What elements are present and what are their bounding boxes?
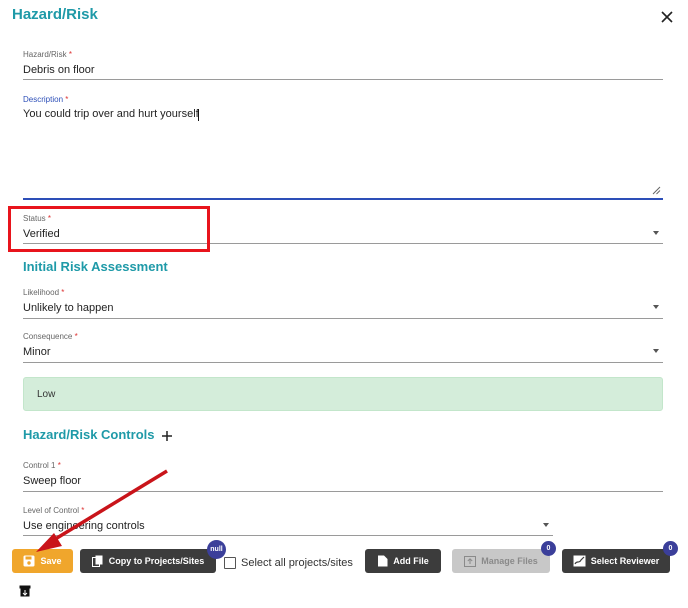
level-select[interactable]: Use engineering controls xyxy=(23,520,145,532)
chevron-down-icon[interactable] xyxy=(653,349,659,353)
add-file-label: Add File xyxy=(393,556,429,566)
manage-files-badge: 0 xyxy=(541,541,556,556)
chevron-down-icon[interactable] xyxy=(653,231,659,235)
select-all-label: Select all projects/sites xyxy=(241,557,353,569)
close-icon[interactable] xyxy=(658,8,676,26)
folder-upload-icon xyxy=(464,556,477,567)
likelihood-select[interactable]: Unlikely to happen xyxy=(23,302,114,314)
chevron-down-icon[interactable] xyxy=(543,523,549,527)
copy-icon xyxy=(91,555,103,567)
control1-underline xyxy=(23,491,663,492)
copy-to-projects-button[interactable]: Copy to Projects/Sites xyxy=(80,549,216,573)
description-underline xyxy=(23,198,663,200)
risk-rating-value: Low xyxy=(37,389,56,400)
save-button[interactable]: Save xyxy=(12,549,73,573)
description-label: Description * xyxy=(23,95,69,104)
likelihood-underline xyxy=(23,318,663,319)
likelihood-label: Likelihood * xyxy=(23,288,65,297)
control1-input[interactable]: Sweep floor xyxy=(23,475,81,487)
control1-label: Control 1 * xyxy=(23,461,61,470)
risk-rating-box: Low xyxy=(23,377,663,411)
controls-heading: Hazard/Risk Controls xyxy=(23,427,155,442)
description-textarea[interactable]: You could trip over and hurt yourself xyxy=(23,108,199,120)
consequence-label: Consequence * xyxy=(23,332,78,341)
select-all-projects[interactable]: Select all projects/sites xyxy=(224,557,353,569)
consequence-select[interactable]: Minor xyxy=(23,346,51,358)
initial-risk-heading: Initial Risk Assessment xyxy=(23,259,168,274)
hazard-label: Hazard/Risk * xyxy=(23,50,72,59)
signature-icon xyxy=(573,555,586,567)
manage-files-label: Manage Files xyxy=(481,556,538,566)
archive-icon[interactable] xyxy=(19,585,31,597)
hazard-input[interactable]: Debris on floor xyxy=(23,64,95,76)
level-underline xyxy=(23,535,553,536)
save-label: Save xyxy=(40,556,62,566)
annotation-highlight-box xyxy=(8,206,210,252)
select-reviewer-label: Select Reviewer xyxy=(590,556,660,566)
plus-icon[interactable] xyxy=(161,430,173,442)
file-icon xyxy=(378,555,388,567)
select-reviewer-button[interactable]: Select Reviewer xyxy=(562,549,670,573)
resize-handle-icon[interactable] xyxy=(652,186,661,195)
level-label: Level of Control * xyxy=(23,506,85,515)
manage-files-button[interactable]: Manage Files xyxy=(452,549,550,573)
copy-label: Copy to Projects/Sites xyxy=(108,556,205,566)
hazard-underline xyxy=(23,79,663,80)
select-all-checkbox[interactable] xyxy=(224,557,236,569)
reviewer-badge: 0 xyxy=(663,541,678,556)
dialog-title: Hazard/Risk xyxy=(12,6,98,23)
text-cursor xyxy=(198,109,199,121)
chevron-down-icon[interactable] xyxy=(653,305,659,309)
consequence-underline xyxy=(23,362,663,363)
add-file-button[interactable]: Add File xyxy=(365,549,441,573)
floppy-icon xyxy=(23,555,35,567)
